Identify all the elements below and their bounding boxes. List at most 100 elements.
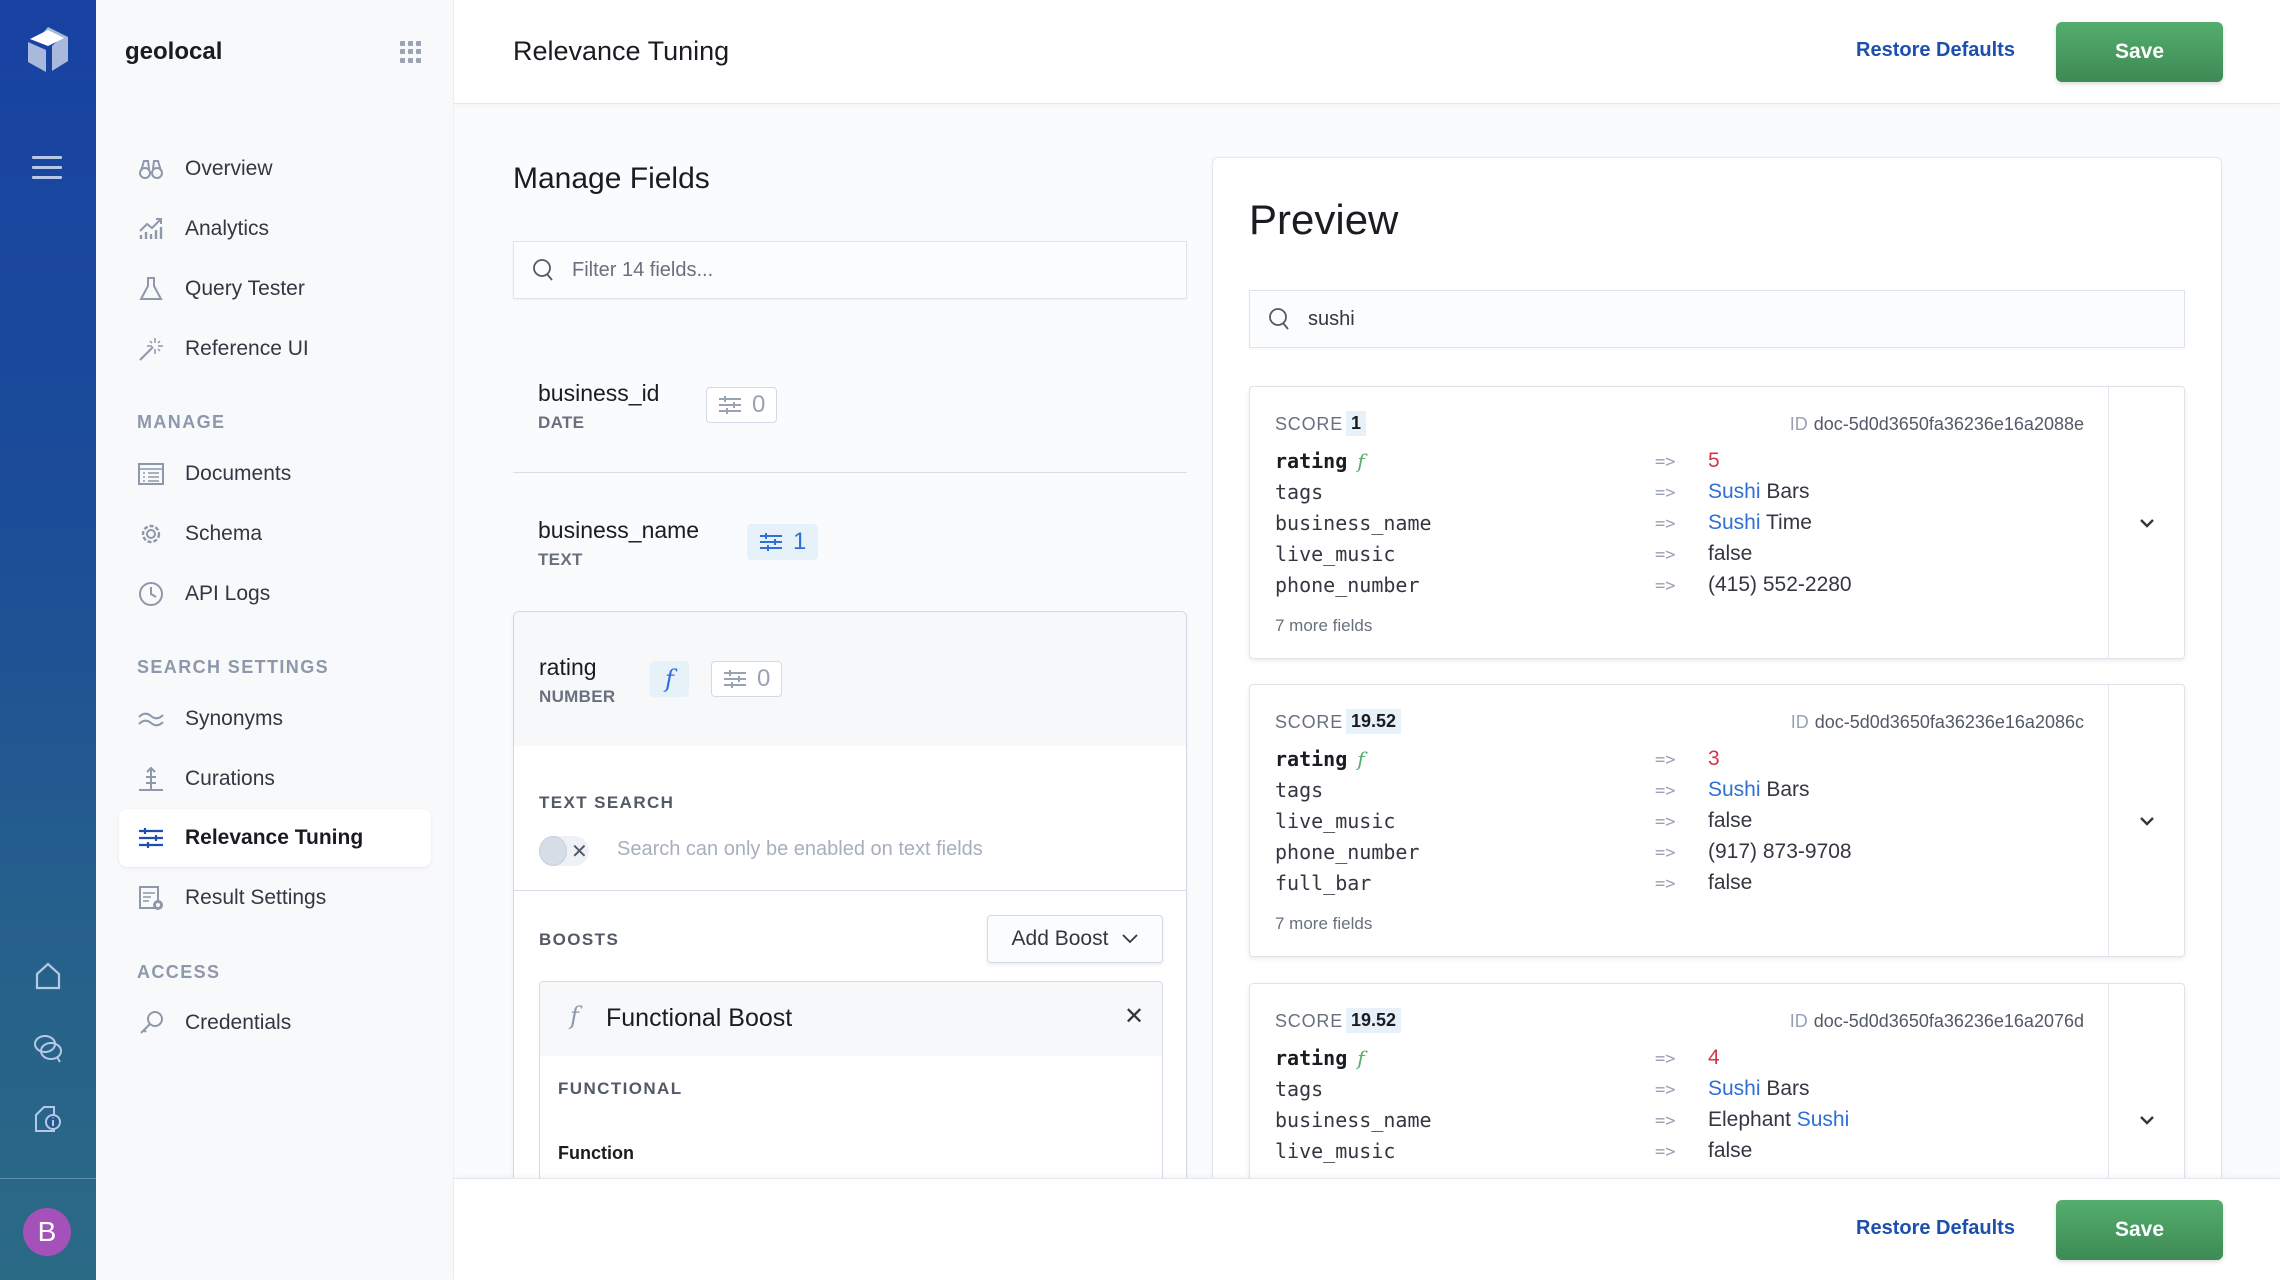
result-field-row: full_bar => false [1275,871,2095,902]
chevron-down-icon [1122,934,1139,944]
result-card[interactable]: SCORE 19.52 ID doc-5d0d3650fa36236e16a2086c… [1249,684,2185,957]
section-divider [514,890,1186,891]
text-search-toggle[interactable]: ✕ [539,836,589,866]
function-icon: f [570,1002,579,1030]
field-type: TEXT [538,550,583,569]
arrow: => [1655,750,1676,770]
function-badge[interactable]: f [650,661,689,697]
boost-count-badge[interactable]: 0 [711,661,783,697]
field-value: (415) 552-2280 [1708,573,1852,596]
chat-icon[interactable] [30,1030,66,1066]
score-label: SCORE [1275,712,1344,732]
preview-search-input[interactable]: sushi [1249,290,2185,348]
field-name: business_name [538,517,700,543]
search-icon [533,259,553,281]
boost-count-badge[interactable]: 1 [747,524,819,560]
avatar[interactable]: B [23,1208,71,1256]
boosts-label: BOOSTS [539,930,620,949]
field-value: false [1708,1139,1753,1162]
sidebar-item-query-tester[interactable]: Query Tester [119,260,431,318]
close-icon[interactable]: ✕ [1124,1002,1144,1031]
field-row-business-name[interactable]: business_name TEXT 1 [513,507,1187,587]
apps-grid-icon[interactable] [400,41,422,63]
sidebar-item-curations[interactable]: Curations [119,750,431,808]
score-label: SCORE [1275,414,1344,434]
highlight: Sushi [1708,480,1761,503]
expand-button[interactable] [2108,387,2184,658]
binoculars-icon [139,160,163,179]
score-value: 19.52 [1346,1008,1402,1033]
field-card-header[interactable]: rating NUMBER f 0 [514,612,1186,746]
result-field-row: tags => Sushi Bars [1275,778,2095,809]
sidebar-item-schema[interactable]: Schema [119,505,431,563]
menu-icon[interactable] [32,156,62,186]
result-card[interactable]: SCORE 1 ID doc-5d0d3650fa36236e16a2088e rati… [1249,386,2185,659]
tuning-icon [719,396,741,414]
arrow: => [1655,781,1676,801]
restore-defaults-button[interactable]: Restore Defaults [1856,39,2015,62]
boost-count-badge[interactable]: 0 [706,387,778,423]
score-value: 1 [1346,411,1367,436]
sidebar-item-synonyms[interactable]: Synonyms [119,690,431,748]
field-name: business_id [538,380,660,406]
field-value: 3 [1708,747,1720,770]
field-key: phone_number [1275,573,1420,597]
sidebar-item-label: Schema [185,522,263,545]
sidebar-item-analytics[interactable]: Analytics [119,200,431,258]
score-value: 19.52 [1346,709,1402,734]
score-label: SCORE [1275,1011,1344,1031]
filter-fields-input[interactable]: Filter 14 fields... [513,241,1187,299]
page-header: Relevance Tuning Restore Defaults Save [454,0,2280,104]
footer-save-button[interactable]: Save [2056,1200,2223,1260]
app-rail: B [0,0,96,1280]
field-row-business-id[interactable]: business_id DATE 0 [513,370,1187,450]
sidebar-item-result-settings[interactable]: Result Settings [119,869,431,927]
more-fields-link[interactable]: 7 more fields [1275,914,1372,934]
page-footer: Restore Defaults Save [454,1178,2280,1280]
field-type: DATE [538,413,585,432]
sidebar: geolocal Overview Analytics Query Tester… [96,0,454,1280]
sidebar-item-overview[interactable]: Overview [119,140,431,198]
home-icon[interactable] [30,958,66,994]
logo-icon[interactable] [22,24,74,76]
sidebar-item-label: Reference UI [185,337,309,360]
result-field-row: live_music => false [1275,1139,2095,1170]
field-value: 4 [1708,1046,1720,1069]
documents-icon [138,463,164,485]
result-field-row: live_music => false [1275,809,2095,840]
text-search-note: Search can only be enabled on text field… [617,838,983,860]
sidebar-item-credentials[interactable]: Credentials [119,994,431,1052]
toggle-knob [539,836,567,866]
sidebar-item-documents[interactable]: Documents [119,445,431,503]
document-info-icon[interactable] [30,1101,66,1137]
field-value: false [1708,809,1753,832]
search-icon [1269,308,1289,330]
sidebar-item-label: Documents [185,462,292,485]
add-boost-button[interactable]: Add Boost [987,915,1163,963]
footer-restore-defaults-button[interactable]: Restore Defaults [1856,1217,2015,1240]
result-field-row: business_name => Sushi Time [1275,511,2095,542]
magic-wand-icon [139,338,163,361]
sidebar-item-label: Analytics [185,217,270,240]
sidebar-item-label: Curations [185,767,275,790]
engine-name: geolocal [125,38,223,65]
id-label: ID [1790,712,1809,732]
function-icon: f [665,665,674,693]
preview-title: Preview [1249,196,1399,243]
text-search-label: TEXT SEARCH [539,793,675,812]
sidebar-item-label: Result Settings [185,886,327,909]
arrow: => [1655,1142,1676,1162]
boost-count: 0 [752,391,766,418]
close-icon: ✕ [571,841,588,863]
save-button[interactable]: Save [2056,22,2223,82]
more-fields-link[interactable]: 7 more fields [1275,616,1372,636]
sidebar-item-relevance-tuning[interactable]: Relevance Tuning [119,809,431,867]
tuning-icon [139,828,163,848]
field-card-rating: rating NUMBER f 0 TEXT SEARCH ✕ Search c… [513,611,1187,1211]
expand-button[interactable] [2108,685,2184,956]
arrow: => [1655,545,1676,565]
functional-boost-card: f Functional Boost ✕ FUNCTIONAL Function [539,981,1163,1210]
sidebar-item-reference-ui[interactable]: Reference UI [119,320,431,378]
field-key: live_music [1275,542,1396,566]
sidebar-item-api-logs[interactable]: API Logs [119,565,431,623]
